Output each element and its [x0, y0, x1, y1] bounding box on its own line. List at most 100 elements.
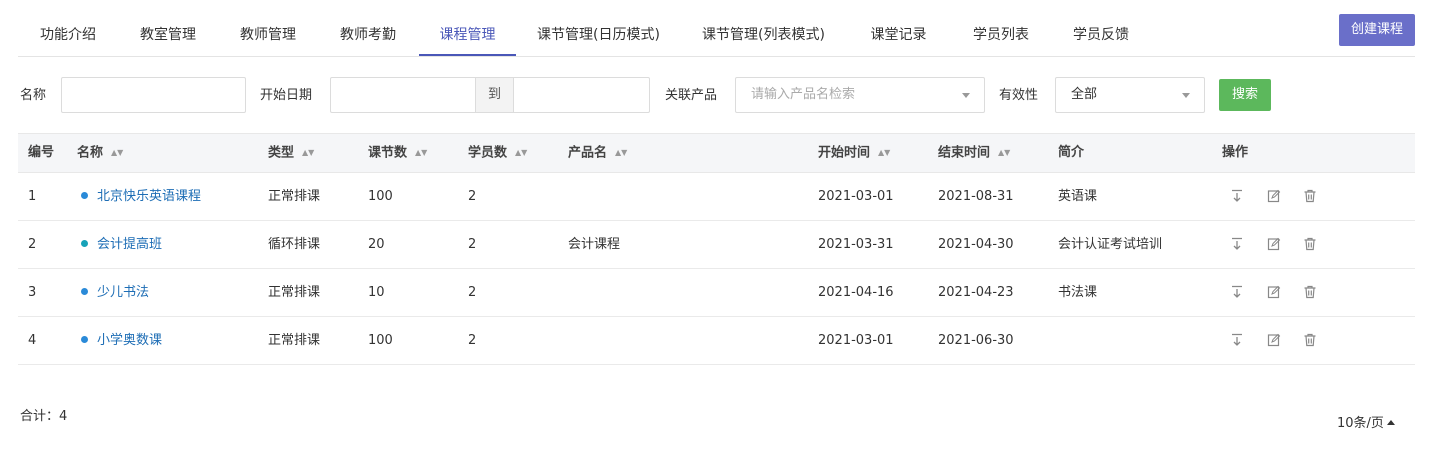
validity-filter-label: 有效性: [999, 88, 1039, 103]
sort-icon[interactable]: ▲▼: [415, 134, 427, 172]
cell-end: 2021-08-31: [938, 189, 1014, 204]
trash-icon[interactable]: [1303, 333, 1317, 347]
tab-class-records[interactable]: 课堂记录: [846, 14, 951, 56]
tab-attendance[interactable]: 教师考勤: [318, 14, 418, 56]
edit-icon[interactable]: [1267, 189, 1281, 203]
cell-students: 2: [468, 285, 477, 300]
course-name-link[interactable]: 小学奥数课: [81, 317, 162, 364]
chevron-down-icon: [962, 93, 970, 98]
search-button[interactable]: 搜索: [1219, 79, 1271, 111]
column-start-label: 开始时间: [818, 145, 871, 161]
cell-lessons: 20: [368, 237, 385, 252]
cell-type: 正常排课: [268, 333, 321, 348]
table-header: 编号 名称 ▲▼ 类型 ▲▼ 课节数 ▲▼ 学员数 ▲▼ 产品名 ▲▼ 开始时间 ▲▼ 结束…: [18, 133, 1415, 173]
course-name-text: 北京快乐英语课程: [97, 189, 202, 204]
column-intro: 简介: [1058, 145, 1085, 160]
sort-icon[interactable]: ▲▼: [111, 134, 123, 172]
page-size-value: 10条/页: [1337, 416, 1384, 431]
course-name-link[interactable]: 北京快乐英语课程: [81, 173, 201, 220]
cell-id: 2: [28, 237, 37, 252]
product-search-select[interactable]: 请输入产品名检索: [735, 77, 985, 113]
course-name-text: 少儿书法: [97, 285, 150, 300]
column-actions: 操作: [1222, 145, 1249, 160]
cell-id: 4: [28, 333, 37, 348]
tab-feedback[interactable]: 学员反馈: [1051, 14, 1151, 56]
course-name-text: 会计提高班: [97, 237, 163, 252]
column-end[interactable]: 结束时间 ▲▼: [938, 134, 1010, 173]
chevron-down-icon: [1182, 93, 1190, 98]
status-dot: [81, 336, 88, 343]
column-students[interactable]: 学员数 ▲▼: [468, 134, 527, 173]
cell-type: 正常排课: [268, 189, 321, 204]
trash-icon[interactable]: [1303, 189, 1317, 203]
download-icon[interactable]: [1230, 333, 1244, 347]
date-range-picker: 到: [330, 77, 650, 113]
validity-select-value: 全部: [1071, 87, 1098, 102]
tab-lessons-list[interactable]: 课节管理(列表模式): [681, 14, 846, 56]
cell-intro: 英语课: [1058, 189, 1098, 204]
tab-lessons-calendar[interactable]: 课节管理(日历模式): [516, 14, 681, 56]
trash-icon[interactable]: [1303, 285, 1317, 299]
column-type[interactable]: 类型 ▲▼: [268, 134, 314, 173]
course-name-link[interactable]: 会计提高班: [81, 221, 162, 268]
total-count: 合计：4: [20, 409, 68, 424]
column-lessons-label: 课节数: [368, 145, 408, 161]
nav-tabs: 功能介绍 教室管理 教师管理 教师考勤 课程管理 课节管理(日历模式) 课节管理…: [18, 14, 1415, 57]
status-dot: [81, 240, 88, 247]
edit-icon[interactable]: [1267, 333, 1281, 347]
sort-icon[interactable]: ▲▼: [515, 134, 527, 172]
table-row: 4 小学奥数课 正常排课 100 2 2021-03-01 2021-06-30: [18, 317, 1415, 365]
table-row: 1 北京快乐英语课程 正常排课 100 2 2021-03-01 2021-08…: [18, 173, 1415, 221]
tab-students[interactable]: 学员列表: [951, 14, 1051, 56]
page-size-select[interactable]: 10条/页: [1337, 412, 1395, 431]
download-icon[interactable]: [1230, 285, 1244, 299]
cell-start: 2021-03-01: [818, 333, 894, 348]
sort-icon[interactable]: ▲▼: [878, 134, 890, 172]
cell-type: 正常排课: [268, 285, 321, 300]
name-filter-input[interactable]: [61, 77, 246, 113]
tab-courses[interactable]: 课程管理: [419, 14, 516, 56]
edit-icon[interactable]: [1267, 285, 1281, 299]
course-name-link[interactable]: 少儿书法: [81, 269, 149, 316]
cell-id: 1: [28, 189, 37, 204]
cell-start: 2021-03-31: [818, 237, 894, 252]
start-date-label: 开始日期: [260, 88, 313, 103]
course-name-text: 小学奥数课: [97, 333, 163, 348]
column-id: 编号: [28, 145, 55, 160]
status-dot: [81, 192, 88, 199]
column-name[interactable]: 名称 ▲▼: [77, 134, 123, 173]
sort-icon[interactable]: ▲▼: [998, 134, 1010, 172]
cell-start: 2021-03-01: [818, 189, 894, 204]
cell-end: 2021-04-30: [938, 237, 1014, 252]
sort-icon[interactable]: ▲▼: [302, 134, 314, 172]
download-icon[interactable]: [1230, 237, 1244, 251]
name-filter-label: 名称: [20, 88, 47, 103]
cell-end: 2021-06-30: [938, 333, 1014, 348]
end-date-input[interactable]: [514, 78, 649, 112]
cell-intro: 书法课: [1058, 285, 1098, 300]
column-name-label: 名称: [77, 145, 104, 161]
tab-intro[interactable]: 功能介绍: [18, 14, 118, 56]
cell-lessons: 100: [368, 189, 393, 204]
column-end-label: 结束时间: [938, 145, 991, 161]
validity-select[interactable]: 全部: [1055, 77, 1205, 113]
start-date-input[interactable]: [331, 78, 475, 112]
trash-icon[interactable]: [1303, 237, 1317, 251]
column-lessons[interactable]: 课节数 ▲▼: [368, 134, 427, 173]
status-dot: [81, 288, 88, 295]
date-range-separator: 到: [475, 78, 514, 112]
cell-start: 2021-04-16: [818, 285, 894, 300]
create-course-button[interactable]: 创建课程: [1339, 14, 1415, 46]
tab-teachers[interactable]: 教师管理: [218, 14, 318, 56]
column-start[interactable]: 开始时间 ▲▼: [818, 134, 890, 173]
column-product[interactable]: 产品名 ▲▼: [568, 134, 627, 173]
tab-classrooms[interactable]: 教室管理: [118, 14, 218, 56]
sort-icon[interactable]: ▲▼: [615, 134, 627, 172]
column-type-label: 类型: [268, 145, 295, 161]
column-product-label: 产品名: [568, 145, 608, 161]
download-icon[interactable]: [1230, 189, 1244, 203]
cell-product: 会计课程: [568, 237, 621, 252]
cell-end: 2021-04-23: [938, 285, 1014, 300]
edit-icon[interactable]: [1267, 237, 1281, 251]
column-students-label: 学员数: [468, 145, 508, 161]
